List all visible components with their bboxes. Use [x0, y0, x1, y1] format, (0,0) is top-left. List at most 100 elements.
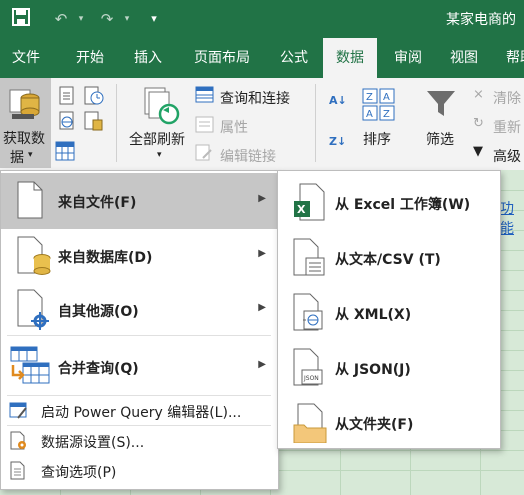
folder-icon — [293, 403, 327, 443]
submenu-item-from-json[interactable]: JSON 从 JSON(J) — [278, 340, 500, 395]
ribbon-data: 获取数 据 ▾ 全部刷新 ▾ 查询和连接 属性 编辑链接 A↓ Z↓ ZAAZ … — [0, 78, 524, 171]
submenu-item-from-folder[interactable]: 从文件夹(F) — [278, 395, 500, 450]
submenu-item-label: 从 Excel 工作簿(W) — [335, 197, 471, 213]
sort-button[interactable]: 排序 — [363, 129, 391, 149]
database-icon — [9, 89, 40, 119]
menu-item-label: 来自数据库(D) — [58, 250, 153, 266]
advanced-button[interactable]: 高级 — [493, 146, 521, 166]
submenu-item-from-excel-workbook[interactable]: X 从 Excel 工作簿(W) — [278, 175, 500, 230]
refresh-all-icon[interactable] — [141, 86, 181, 126]
filter-button[interactable]: 筛选 — [426, 129, 454, 149]
reapply-button[interactable]: 重新 — [493, 117, 521, 137]
sort-icon: Z AA Z — [362, 88, 395, 121]
menu-item-from-database[interactable]: 来自数据库(D) ▶ — [1, 229, 278, 285]
tab-formulas[interactable]: 公式 — [272, 38, 316, 78]
cell-text[interactable]: 功能 — [500, 198, 524, 238]
ribbon-tabs: 文件 开始 插入 页面布局 公式 数据 审阅 视图 帮助 — [0, 38, 524, 78]
svg-text:A: A — [366, 109, 373, 120]
submenu-arrow-icon: ▶ — [258, 302, 266, 313]
submenu-item-label: 从文件夹(F) — [335, 417, 414, 433]
undo-icon[interactable]: ↶ — [50, 8, 72, 30]
undo-dropdown-icon[interactable]: ▾ — [70, 8, 92, 30]
menu-item-launch-power-query[interactable]: 启动 Power Query 编辑器(L)... — [1, 396, 278, 426]
get-data-menu: 来自文件(F) ▶ 来自数据库(D) ▶ 自其他源(O) ▶ 合并查询(Q) ▶… — [0, 170, 279, 490]
reapply-icon: ↻ — [473, 116, 484, 131]
refresh-all-button[interactable]: 全部刷新 — [129, 129, 185, 149]
advanced-filter-icon: ▼ — [473, 144, 483, 159]
tab-view[interactable]: 视图 — [442, 38, 486, 78]
menu-item-label: 启动 Power Query 编辑器(L)... — [41, 405, 242, 421]
redo-dropdown-icon[interactable]: ▾ — [116, 8, 138, 30]
excel-workbook-icon: X — [294, 183, 325, 221]
ribbon-separator — [116, 84, 117, 162]
ribbon-separator — [315, 84, 316, 162]
tab-review[interactable]: 审阅 — [386, 38, 430, 78]
from-file-submenu: X 从 Excel 工作簿(W) 从文本/CSV (T) 从 XML(X) JS… — [277, 170, 501, 449]
svg-text:X: X — [297, 203, 306, 216]
combine-queries-icon — [10, 346, 50, 384]
tab-data[interactable]: 数据 — [323, 38, 377, 78]
get-data-label-line1: 获取数 — [3, 131, 45, 147]
menu-item-label: 查询选项(P) — [41, 465, 117, 481]
queries-connections-button[interactable]: 查询和连接 — [220, 88, 290, 108]
svg-text:A: A — [383, 92, 390, 103]
document-title: 某家电商的 — [446, 12, 516, 28]
other-sources-icon — [17, 289, 49, 330]
svg-text:Z: Z — [383, 109, 390, 120]
submenu-arrow-icon: ▶ — [258, 193, 266, 204]
menu-item-from-other-sources[interactable]: 自其他源(O) ▶ — [1, 283, 278, 339]
clear-button[interactable]: 清除 — [493, 88, 521, 108]
submenu-item-label: 从 JSON(J) — [335, 362, 411, 378]
properties-button[interactable]: 属性 — [220, 117, 248, 137]
menu-item-label: 自其他源(O) — [58, 304, 139, 320]
svg-text:Z: Z — [366, 92, 373, 103]
edit-links-icon — [195, 144, 212, 161]
submenu-item-from-xml[interactable]: 从 XML(X) — [278, 285, 500, 340]
title-bar: ↶ ▾ ↷ ▾ ▾ 某家电商的 — [0, 0, 524, 38]
from-text-icon[interactable] — [57, 86, 77, 106]
save-icon[interactable] — [10, 8, 32, 30]
sort-ascending-icon[interactable]: A↓ — [329, 94, 347, 107]
submenu-item-label: 从 XML(X) — [335, 307, 412, 323]
submenu-arrow-icon: ▶ — [258, 359, 266, 370]
tab-page-layout[interactable]: 页面布局 — [186, 38, 258, 78]
data-source-settings-icon — [10, 431, 26, 450]
get-data-button[interactable]: 获取数 据 ▾ — [0, 78, 51, 168]
sort-descending-icon[interactable]: Z↓ — [329, 135, 346, 148]
customize-toolbar-icon[interactable]: ▾ — [143, 8, 165, 30]
text-csv-icon — [293, 238, 325, 276]
xml-icon — [293, 293, 323, 331]
recent-sources-icon[interactable] — [83, 86, 105, 106]
tab-insert[interactable]: 插入 — [126, 38, 170, 78]
query-options-icon — [10, 461, 25, 480]
chevron-down-icon: ▾ — [28, 150, 33, 160]
menu-separator — [7, 335, 271, 336]
power-query-editor-icon — [9, 402, 27, 419]
menu-item-query-options[interactable]: 查询选项(P) — [1, 456, 278, 486]
json-icon: JSON — [293, 348, 323, 386]
tab-help[interactable]: 帮助 — [498, 38, 524, 78]
menu-item-label: 数据源设置(S)... — [41, 435, 145, 451]
file-icon — [17, 181, 43, 219]
edit-links-button[interactable]: 编辑链接 — [220, 146, 276, 166]
submenu-arrow-icon: ▶ — [258, 248, 266, 259]
properties-icon — [195, 116, 214, 133]
svg-text:JSON: JSON — [303, 375, 319, 382]
filter-icon — [427, 91, 455, 116]
tab-home[interactable]: 开始 — [68, 38, 112, 78]
tab-file[interactable]: 文件 — [4, 38, 48, 78]
menu-item-label: 合并查询(Q) — [58, 361, 139, 377]
existing-connections-icon[interactable] — [83, 111, 105, 131]
get-data-label-line2: 据 — [10, 150, 24, 166]
submenu-item-from-text-csv[interactable]: 从文本/CSV (T) — [278, 230, 500, 285]
menu-item-combine-queries[interactable]: 合并查询(Q) ▶ — [1, 339, 278, 395]
clear-filter-icon: ⨯ — [473, 87, 484, 102]
from-table-icon[interactable] — [54, 140, 76, 162]
redo-icon[interactable]: ↷ — [96, 8, 118, 30]
menu-item-data-source-settings[interactable]: 数据源设置(S)... — [1, 426, 278, 456]
menu-item-label: 来自文件(F) — [58, 195, 137, 211]
database-icon — [17, 236, 51, 275]
from-web-icon[interactable] — [57, 111, 77, 131]
queries-connections-icon — [195, 86, 214, 103]
menu-item-from-file[interactable]: 来自文件(F) ▶ — [1, 173, 278, 229]
